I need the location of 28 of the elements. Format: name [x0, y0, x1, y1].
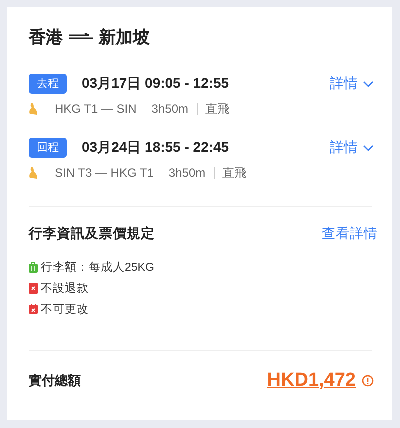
section-title: 行李資訊及票價規定 [29, 225, 155, 243]
details-link[interactable]: 詳情 [330, 139, 374, 157]
no-change-icon [29, 304, 38, 314]
flight-duration: 3h50m [168, 166, 206, 180]
luggage-icon [29, 262, 38, 272]
total-amount[interactable]: HKD1,472 [267, 370, 356, 392]
route-text: SIN T3 — HKG T1 [55, 166, 154, 180]
stops-text: 直飛 [206, 100, 230, 118]
details-link[interactable]: 詳情 [330, 75, 374, 93]
trip-tag: 去程 [29, 74, 67, 94]
info-icon[interactable] [362, 375, 374, 387]
destination-city: 新加坡 [99, 26, 150, 48]
flight-duration: 3h50m [152, 102, 188, 116]
flight-datetime: 03月17日 09:05 - 12:55 [82, 75, 230, 93]
route-text: HKG T1 — SIN [55, 102, 137, 116]
chevron-down-icon [363, 144, 374, 152]
stops-text: 直飛 [222, 164, 247, 182]
flight-datetime: 03月24日 18:55 - 22:45 [82, 139, 230, 157]
trip-tag: 回程 [29, 138, 67, 158]
no-refund-icon [29, 282, 38, 294]
chevron-down-icon [363, 80, 374, 88]
rule-text: 行李額：每成人25KG [41, 260, 154, 274]
total-label: 實付總額 [29, 372, 82, 390]
rule-text: 不可更改 [41, 302, 89, 316]
view-details-link[interactable]: 查看詳情 [322, 225, 378, 243]
rule-text: 不設退款 [41, 282, 89, 296]
origin-city: 香港 [29, 26, 63, 48]
round-trip-icon [68, 33, 94, 41]
